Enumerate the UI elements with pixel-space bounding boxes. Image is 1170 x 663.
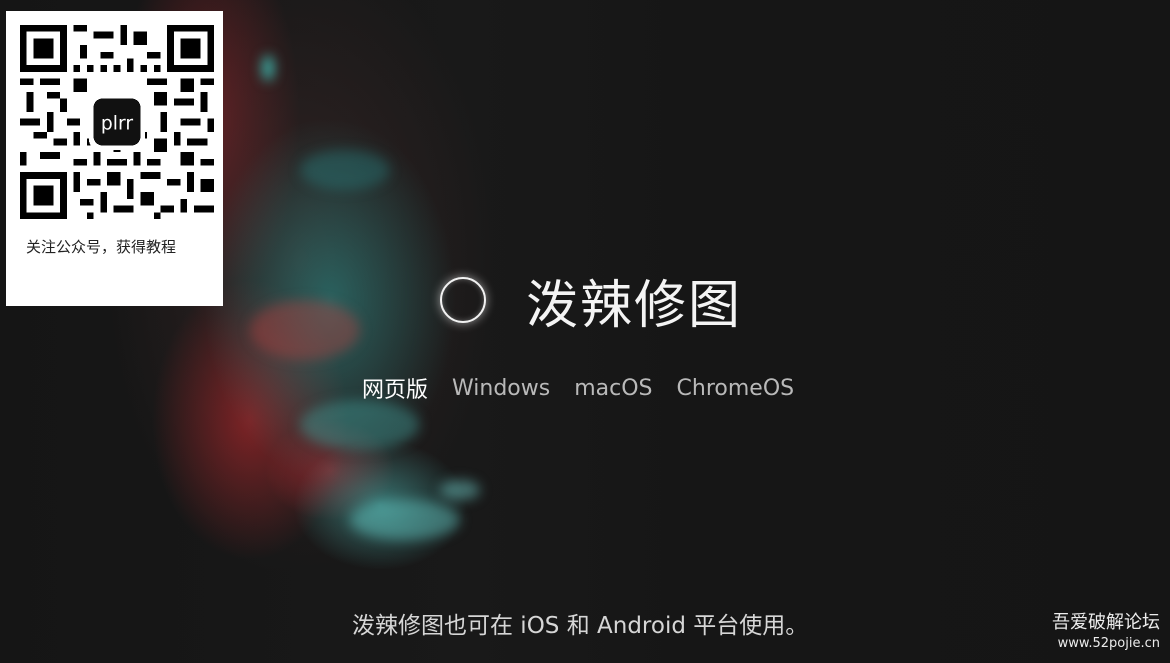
qr-caption: 关注公众号，获得教程 [26,238,177,256]
watermark-name: 吾爱破解论坛 [1052,612,1160,633]
platform-link-macos[interactable]: macOS [574,376,652,401]
qr-logo-text: plrr [101,113,133,134]
qr-card: plrr 关注公众号，获得教程 [6,11,223,306]
hero-brand: 泼辣修图 [440,265,743,336]
platform-link-windows[interactable]: Windows [452,376,550,401]
app-title: 泼辣修图 [526,275,743,336]
platform-nav: 网页版 Windows macOS ChromeOS [362,372,818,404]
landing-page: plrr 关注公众号，获得教程 泼辣修图 网页版 Windows macOS C… [0,0,1170,663]
platform-link-chromeos[interactable]: ChromeOS [677,376,795,401]
mobile-availability-note: 泼辣修图也可在 iOS 和 Android 平台使用。 [352,613,809,639]
qr-code-image[interactable]: plrr [20,25,214,219]
platform-link-web[interactable]: 网页版 [362,372,428,404]
ring-logo-icon [440,277,486,323]
forum-watermark: 吾爱破解论坛 www.52pojie.cn [1052,611,1160,653]
watermark-url: www.52pojie.cn [1057,636,1160,651]
